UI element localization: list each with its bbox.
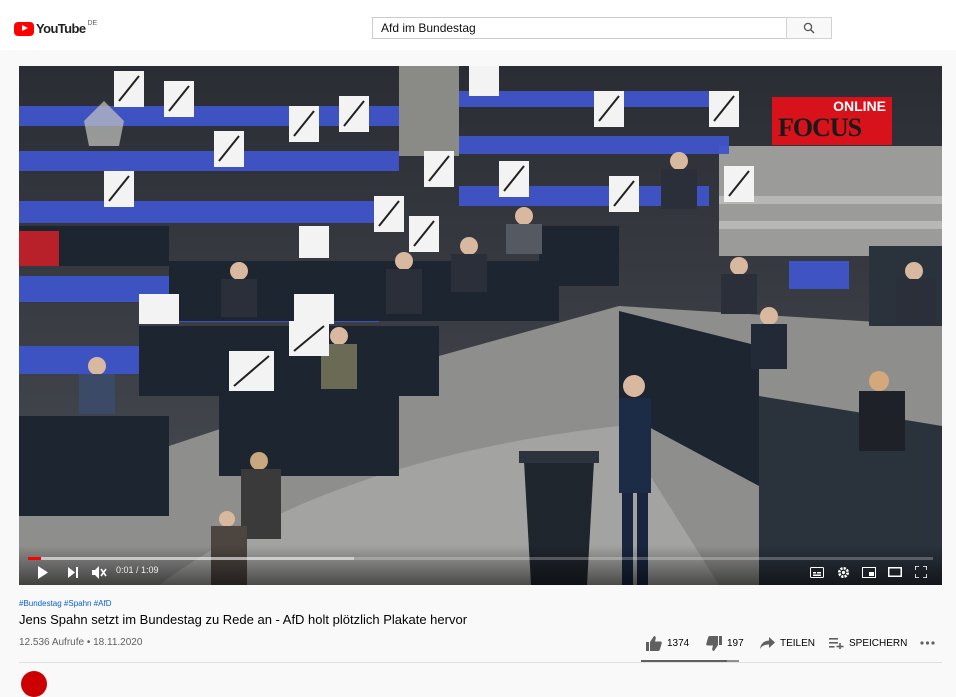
video-title: Jens Spahn setzt im Bundestag zu Rede an… bbox=[19, 612, 468, 627]
video-player[interactable]: ONLINE FOCUS 0:01 / 1:09 bbox=[19, 66, 942, 585]
search-bar bbox=[372, 17, 832, 39]
subtitles-button[interactable] bbox=[807, 563, 827, 581]
like-button[interactable]: 1374 bbox=[646, 633, 689, 653]
fullscreen-icon bbox=[915, 566, 927, 578]
thumbs-up-icon bbox=[646, 635, 662, 651]
progress-played bbox=[28, 557, 41, 560]
video-meta: 12.536 Aufrufe • 18.11.2020 bbox=[19, 637, 143, 648]
theater-button[interactable] bbox=[885, 563, 905, 581]
progress-buffer bbox=[28, 557, 354, 560]
miniplayer-icon bbox=[862, 566, 876, 578]
theater-icon bbox=[888, 567, 902, 577]
search-input[interactable] bbox=[372, 17, 786, 39]
dislike-button[interactable]: 197 bbox=[706, 633, 744, 653]
share-button[interactable]: TEILEN bbox=[760, 633, 815, 653]
more-horizontal-icon bbox=[920, 641, 935, 645]
miniplayer-button[interactable] bbox=[859, 563, 879, 581]
search-icon bbox=[803, 22, 815, 34]
add-to-playlist-icon bbox=[829, 638, 844, 649]
subtitles-icon bbox=[810, 566, 824, 578]
gear-icon bbox=[837, 566, 849, 578]
share-icon bbox=[760, 637, 775, 649]
logo-country: DE bbox=[87, 20, 98, 27]
video-hashtags[interactable]: #Bundestag #Spahn #AfD bbox=[19, 599, 112, 608]
next-button[interactable] bbox=[63, 563, 83, 581]
next-icon bbox=[68, 566, 78, 578]
thumbs-down-icon bbox=[706, 635, 722, 651]
fullscreen-button[interactable] bbox=[911, 563, 931, 581]
time-display: 0:01 / 1:09 bbox=[116, 565, 159, 575]
search-button[interactable] bbox=[786, 17, 832, 39]
mute-button[interactable] bbox=[89, 563, 109, 581]
channel-avatar[interactable] bbox=[21, 671, 47, 697]
info-divider bbox=[19, 662, 942, 663]
play-button[interactable] bbox=[33, 563, 53, 581]
more-actions-button[interactable] bbox=[920, 633, 940, 653]
logo-text: YouTube bbox=[36, 21, 86, 36]
youtube-logo[interactable]: YouTube DE bbox=[14, 20, 98, 36]
focus-online-logo: ONLINE FOCUS bbox=[772, 97, 892, 145]
overlay-line1: ONLINE bbox=[833, 98, 886, 114]
like-count: 1374 bbox=[667, 637, 690, 649]
settings-button[interactable] bbox=[833, 563, 853, 581]
play-icon bbox=[38, 565, 48, 579]
dislike-count: 197 bbox=[727, 637, 744, 649]
youtube-play-icon bbox=[14, 21, 34, 36]
save-label: SPEICHERN bbox=[849, 637, 908, 649]
save-button[interactable]: SPEICHERN bbox=[829, 633, 907, 653]
share-label: TEILEN bbox=[780, 637, 816, 649]
overlay-line2: FOCUS bbox=[778, 113, 862, 142]
mute-icon bbox=[91, 565, 107, 579]
progress-bar[interactable] bbox=[28, 557, 933, 560]
masthead: YouTube DE bbox=[0, 8, 956, 50]
